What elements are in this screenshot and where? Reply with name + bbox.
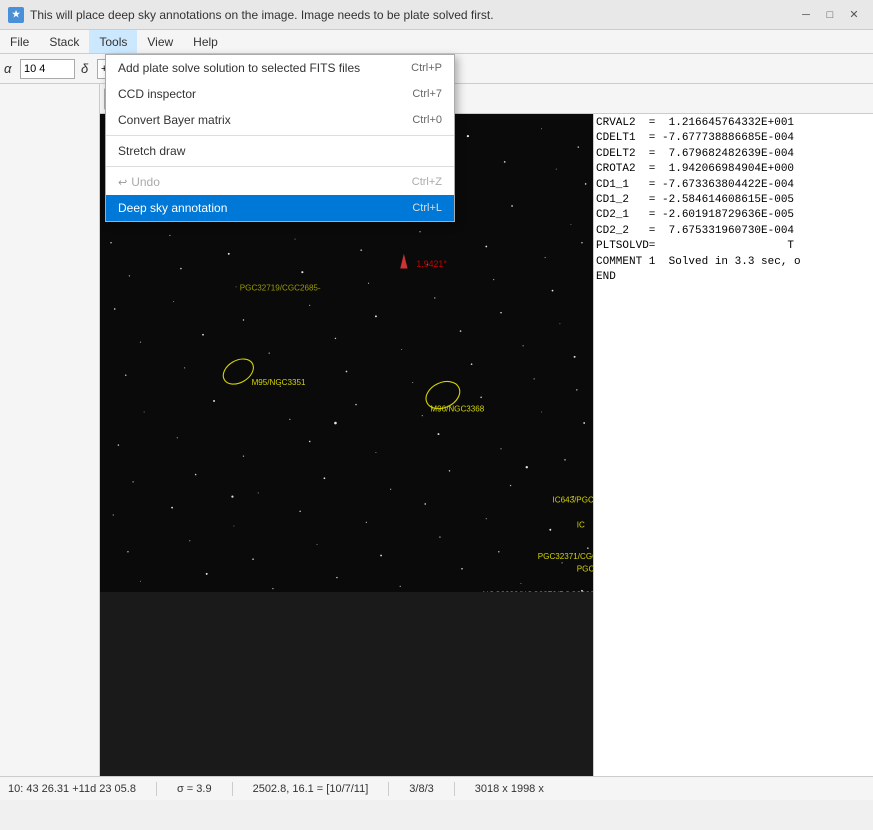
menu-deep-sky[interactable]: Deep sky annotation Ctrl+L [106, 195, 454, 221]
minimize-button[interactable]: ─ [795, 4, 817, 26]
status-div-3 [388, 782, 389, 796]
fits-panel: CRVAL2 = 1.216645764332E+001 CDELT1 = -7… [593, 114, 873, 776]
ic643-label: IC643/PGC32392 [553, 496, 593, 505]
ic-partial-label: IC [577, 521, 585, 530]
fits-line-2: CDELT1 = -7.677738886685E-004 [596, 131, 871, 146]
menu-deep-sky-label: Deep sky annotation [118, 201, 227, 215]
dropdown-separator-1 [106, 135, 454, 136]
alpha-coord: α [4, 59, 75, 79]
pgc32371-label: PGC32371/CGCG66- [538, 552, 593, 561]
menu-add-plate-solve-shortcut: Ctrl+P [411, 62, 442, 74]
top-annotation: PGC32719/CGC2685- [240, 284, 321, 293]
menu-undo-shortcut: Ctrl+Z [412, 176, 442, 188]
pgc32-partial-label: PGC32- [577, 565, 593, 574]
title-text: This will place deep sky annotations on … [30, 8, 795, 22]
fits-line-9: PLTSOLVD= T [596, 239, 871, 254]
menu-deep-sky-shortcut: Ctrl+L [412, 202, 442, 214]
menu-stretch-draw-label: Stretch draw [118, 144, 185, 158]
menu-file[interactable]: File [0, 30, 39, 53]
app-icon: ★ [8, 7, 24, 23]
alpha-input[interactable] [20, 59, 75, 79]
menu-bar: File Stack Tools View Help [0, 30, 873, 54]
fits-line-6: CD1_2 = -2.584614608615E-005 [596, 193, 871, 208]
menu-convert-bayer[interactable]: Convert Bayer matrix Ctrl+0 [106, 107, 454, 133]
fits-line-4: CROTA2 = 1.942066984904E+000 [596, 162, 871, 177]
status-page: 3/8/3 [409, 783, 433, 795]
fits-header-content[interactable]: CRVAL2 = 1.216645764332E+001 CDELT1 = -7… [594, 114, 873, 776]
m96-label: M96/NGC3368 [430, 404, 484, 413]
m95-label: M95/NGC3351 [252, 378, 306, 387]
delta-label: δ [81, 61, 95, 76]
menu-ccd-inspector[interactable]: CCD inspector Ctrl+7 [106, 81, 454, 107]
fits-line-7: CD2_1 = -2.601918729636E-005 [596, 208, 871, 223]
fits-line-5: CD1_1 = -7.673363804422E-004 [596, 178, 871, 193]
status-div-2 [232, 782, 233, 796]
fits-line-11: END [596, 270, 871, 285]
dropdown-separator-2 [106, 166, 454, 167]
menu-add-plate-solve-label: Add plate solve solution to selected FIT… [118, 61, 360, 75]
undo-icon: ↩ [118, 177, 127, 189]
fits-line-1: CRVAL2 = 1.216645764332E+001 [596, 116, 871, 131]
fits-line-10: COMMENT 1 Solved in 3.3 sec, o [596, 255, 871, 270]
menu-stretch-draw[interactable]: Stretch draw [106, 138, 454, 164]
title-bar: ★ This will place deep sky annotations o… [0, 0, 873, 30]
menu-ccd-inspector-shortcut: Ctrl+7 [412, 88, 442, 100]
left-panel [0, 84, 100, 776]
menu-view[interactable]: View [137, 30, 183, 53]
menu-tools[interactable]: Tools [89, 30, 137, 53]
coord-value: 1.9421° [416, 259, 446, 269]
status-div-1 [156, 782, 157, 796]
alpha-label: α [4, 61, 18, 76]
fits-line-8: CD2_2 = 7.675331960730E-004 [596, 224, 871, 239]
menu-ccd-inspector-label: CCD inspector [118, 87, 196, 101]
status-bar: 10: 43 26.31 +11d 23 05.8 σ = 3.9 2502.8… [0, 776, 873, 800]
menu-convert-bayer-label: Convert Bayer matrix [118, 113, 231, 127]
menu-help[interactable]: Help [183, 30, 228, 53]
status-dimensions: 3018 x 1998 x [475, 783, 544, 795]
close-button[interactable]: ✕ [843, 4, 865, 26]
window-controls: ─ □ ✕ [795, 4, 865, 26]
menu-undo[interactable]: ↩Undo Ctrl+Z [106, 169, 454, 195]
status-position: 2502.8, 16.1 = [10/7/11] [253, 783, 369, 795]
maximize-button[interactable]: □ [819, 4, 841, 26]
menu-undo-label: ↩Undo [118, 175, 160, 189]
menu-stack[interactable]: Stack [39, 30, 89, 53]
status-div-4 [454, 782, 455, 796]
status-sigma: σ = 3.9 [177, 783, 212, 795]
menu-add-plate-solve[interactable]: Add plate solve solution to selected FIT… [106, 55, 454, 81]
tools-dropdown: Add plate solve solution to selected FIT… [105, 54, 455, 222]
fits-line-3: CDELT2 = 7.679682482639E-004 [596, 147, 871, 162]
menu-convert-bayer-shortcut: Ctrl+0 [412, 114, 442, 126]
ngc3389-label: NGC3389/NGC3373/PGC3230 [483, 590, 593, 592]
status-coords: 10: 43 26.31 +11d 23 05.8 [8, 783, 136, 795]
